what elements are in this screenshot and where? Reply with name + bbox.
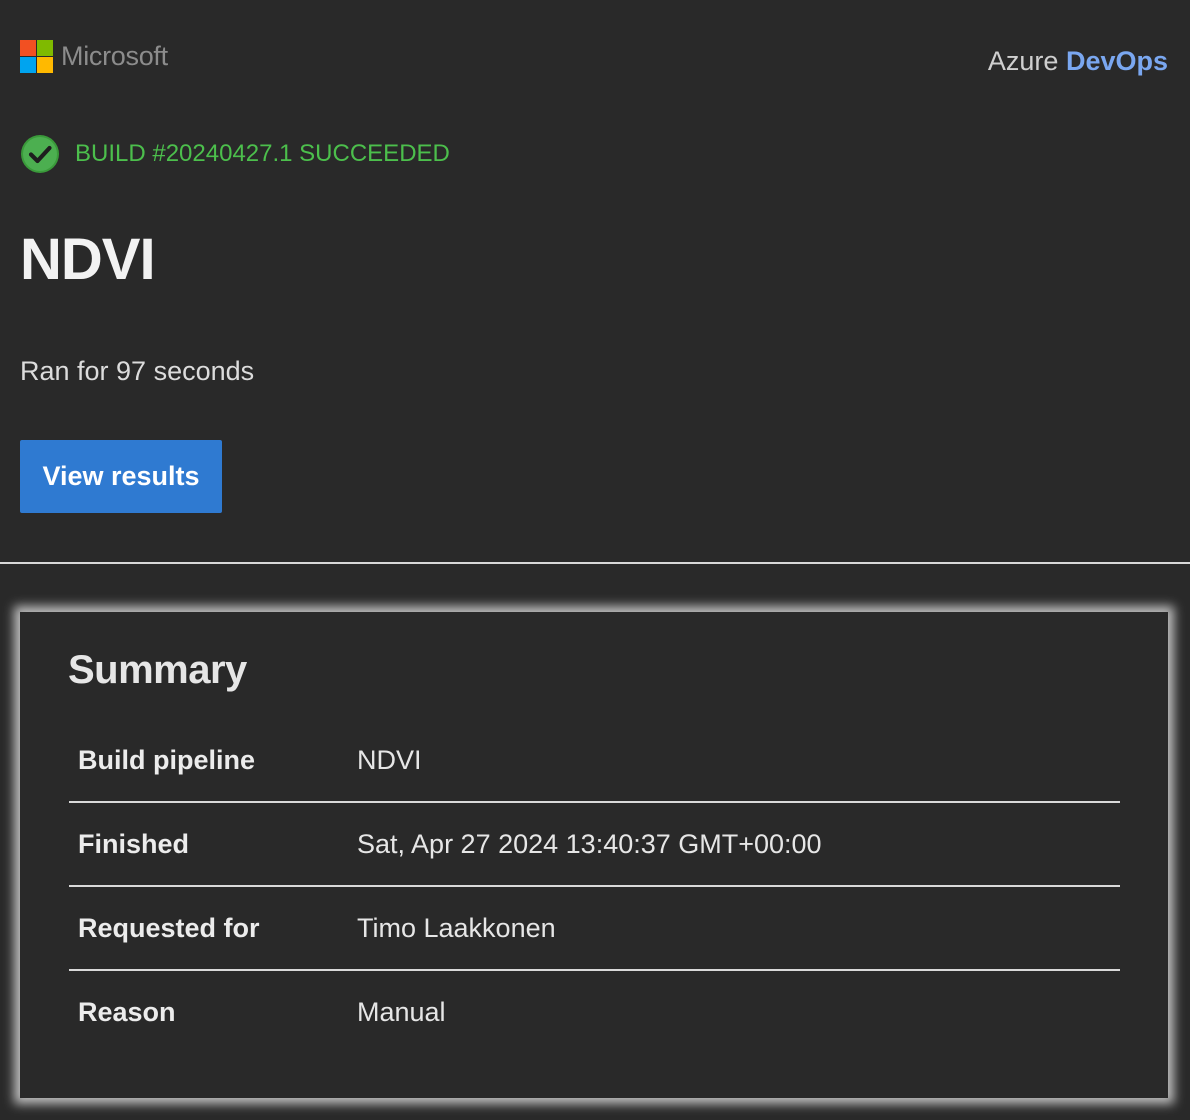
run-duration: Ran for 97 seconds: [20, 356, 255, 386]
summary-row-value: NDVI: [357, 744, 422, 775]
summary-row-label: Requested for: [78, 912, 260, 943]
email-header: Microsoft Azure DevOps BUILD #20240427.1…: [0, 0, 1190, 563]
build-status: BUILD #20240427.1 SUCCEEDED: [20, 134, 450, 174]
summary-row-reason: Reason Manual: [69, 971, 1120, 1053]
summary-row-value: Sat, Apr 27 2024 13:40:37 GMT+00:00: [357, 828, 822, 859]
microsoft-logo: Microsoft: [20, 40, 168, 73]
summary-row-requested-for: Requested for Timo Laakkonen: [69, 887, 1120, 971]
summary-card: Summary Build pipeline NDVI Finished Sat…: [20, 612, 1168, 1098]
section-divider: [0, 562, 1190, 564]
check-circle-icon: [21, 135, 59, 173]
microsoft-logo-icon: [20, 40, 53, 73]
summary-row-build-pipeline: Build pipeline NDVI: [69, 719, 1120, 803]
summary-row-label: Finished: [78, 828, 190, 859]
build-status-text: BUILD #20240427.1 SUCCEEDED: [75, 140, 450, 167]
view-results-button[interactable]: View results: [20, 440, 222, 513]
summary-table: Build pipeline NDVI Finished Sat, Apr 27…: [69, 719, 1120, 1053]
summary-row-label: Build pipeline: [78, 744, 256, 775]
summary-row-value: Timo Laakkonen: [357, 912, 556, 943]
brand-prefix: Azure: [987, 46, 1059, 76]
azure-devops-brand: Azure DevOps: [988, 46, 1168, 77]
summary-row-finished: Finished Sat, Apr 27 2024 13:40:37 GMT+0…: [69, 803, 1120, 887]
page-title: NDVI: [20, 227, 156, 292]
microsoft-logo-text: Microsoft: [61, 41, 168, 71]
summary-row-label: Reason: [78, 996, 176, 1027]
summary-row-value: Manual: [357, 996, 446, 1027]
summary-title: Summary: [68, 648, 247, 692]
brand-highlight: DevOps: [1065, 46, 1168, 76]
